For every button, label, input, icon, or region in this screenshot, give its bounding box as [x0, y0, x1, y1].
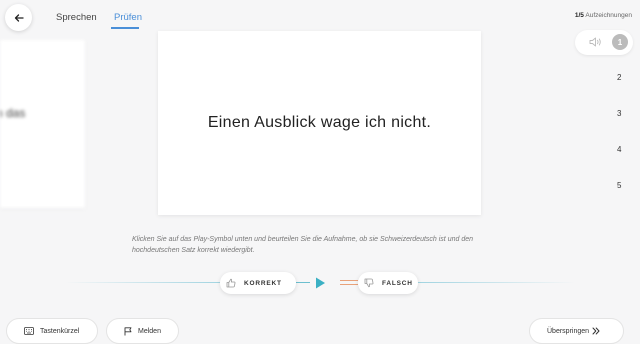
- queue-number-4[interactable]: 4: [617, 145, 621, 154]
- sentence-text: Einen Ausblick wage ich nicht.: [207, 114, 432, 131]
- wrong-button[interactable]: FALSCH: [358, 272, 418, 294]
- counter-label: Aufzeichnungen: [585, 12, 632, 19]
- connector-line-wrong: [340, 280, 358, 281]
- tab-speak[interactable]: Sprechen: [56, 12, 97, 23]
- back-button[interactable]: [5, 4, 32, 31]
- thumbs-up-icon: [226, 278, 236, 288]
- flag-icon: [124, 326, 132, 335]
- queue-number-2[interactable]: 2: [617, 73, 621, 82]
- play-button[interactable]: [312, 275, 328, 291]
- skip-button[interactable]: Überspringen: [529, 318, 624, 344]
- arrow-left-icon: [14, 13, 24, 22]
- thumbs-down-icon: [364, 278, 374, 288]
- speaker-icon: [589, 37, 601, 47]
- counter-current: 1/5: [574, 12, 584, 19]
- double-chevron-right-icon: [592, 327, 600, 335]
- queue-number-5[interactable]: 5: [617, 181, 621, 190]
- instructions-text: Klicken Sie auf das Play-Symbol unten un…: [132, 236, 474, 254]
- tab-check[interactable]: Prüfen: [114, 12, 142, 23]
- wrong-label: FALSCH: [382, 279, 413, 287]
- shortcuts-button[interactable]: Tastenkürzel: [6, 318, 98, 344]
- connector-line-wrong-2: [340, 284, 358, 285]
- queue-item-1[interactable]: 1: [575, 30, 633, 55]
- waveform-line-right: [415, 282, 575, 283]
- correct-button[interactable]: KORREKT: [220, 272, 296, 294]
- queue-number-1: 1: [612, 34, 628, 50]
- play-icon: [316, 277, 325, 289]
- previous-card: n das: [0, 40, 85, 208]
- sentence-card: Einen Ausblick wage ich nicht.: [158, 31, 481, 215]
- skip-label: Überspringen: [547, 327, 590, 335]
- keyboard-icon: [24, 327, 34, 335]
- queue-number-3[interactable]: 3: [617, 109, 621, 118]
- report-button[interactable]: Melden: [106, 318, 179, 344]
- recording-counter: 1/5 Aufzeichnungen: [575, 12, 632, 19]
- correct-label: KORREKT: [244, 279, 282, 287]
- waveform-line-left: [65, 282, 225, 283]
- report-label: Melden: [138, 327, 161, 335]
- shortcuts-label: Tastenkürzel: [40, 327, 80, 335]
- connector-line-correct: [296, 282, 310, 283]
- previous-card-text: n das: [0, 106, 26, 120]
- active-tab-indicator: [111, 27, 139, 29]
